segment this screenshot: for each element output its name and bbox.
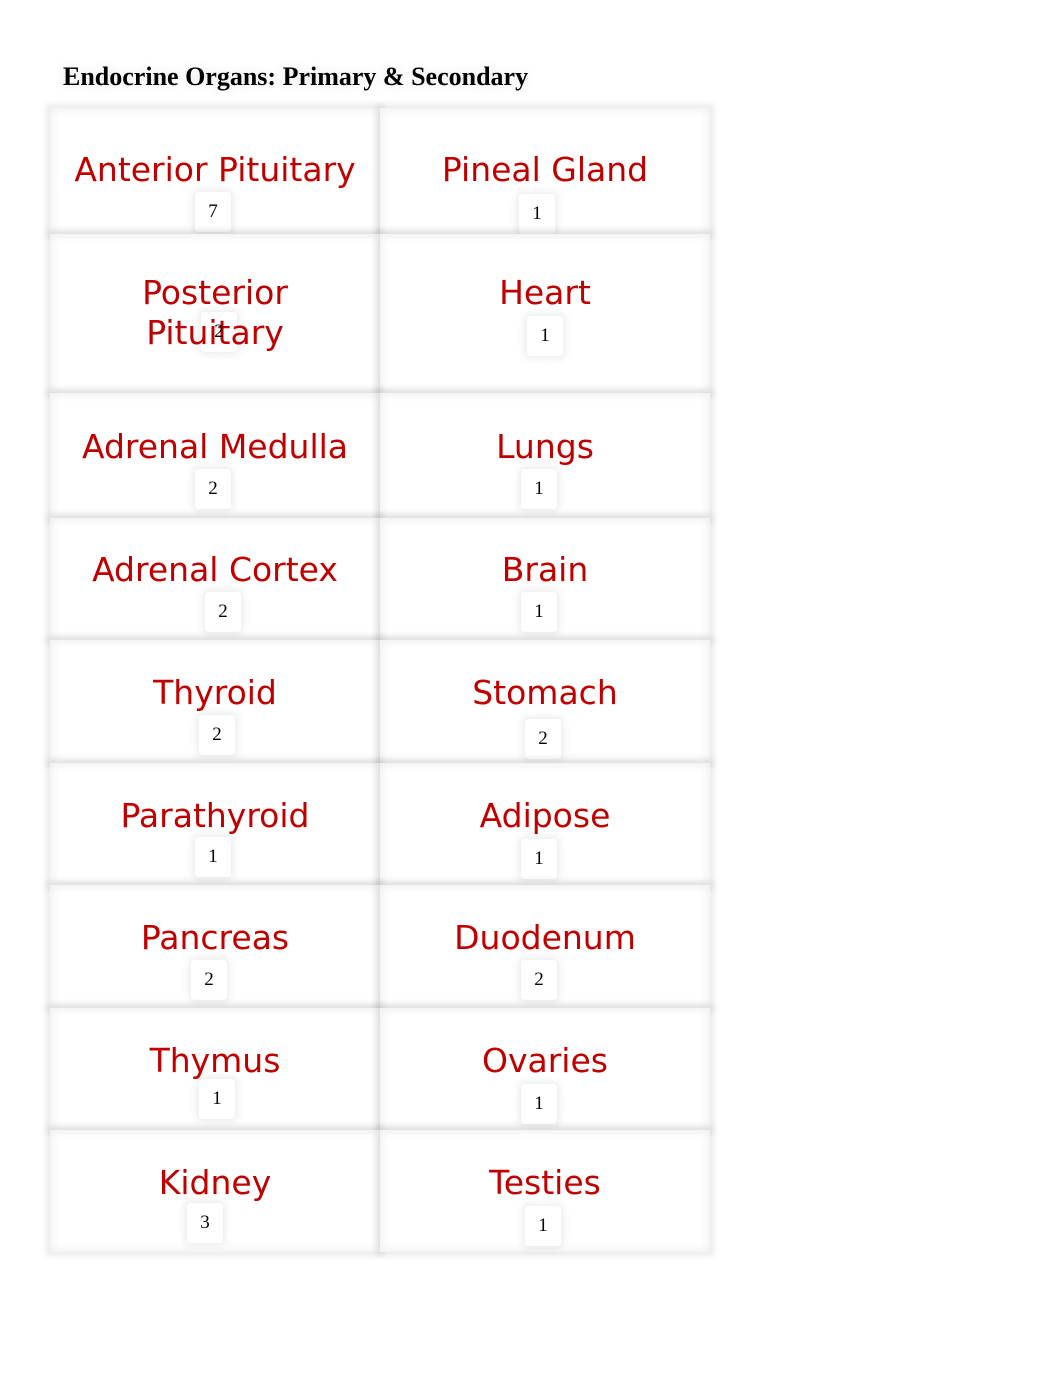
organ-name: Testies bbox=[489, 1163, 601, 1202]
organ-name: Adrenal Medulla bbox=[81, 427, 349, 466]
organ-name: Parathyroid bbox=[120, 796, 310, 835]
count-badge: 1 bbox=[525, 1206, 561, 1246]
organ-cell: Lungs 1 bbox=[380, 393, 710, 518]
table-row: Kidney 3 Testies 1 bbox=[50, 1130, 710, 1252]
table-row: Posterior Pituitary 2 Heart 1 bbox=[50, 234, 710, 393]
count-badge: 2 bbox=[199, 715, 235, 755]
table-row: Thyroid 2 Stomach 2 bbox=[50, 640, 710, 763]
organ-name: Anterior Pituitary bbox=[74, 150, 356, 189]
table-row: Thymus 1 Ovaries 1 bbox=[50, 1008, 710, 1130]
page-title: Endocrine Organs: Primary & Secondary bbox=[63, 62, 529, 91]
count-badge: 1 bbox=[521, 592, 557, 632]
table-row: Adrenal Medulla 2 Lungs 1 bbox=[50, 393, 710, 518]
organ-name: Ovaries bbox=[482, 1041, 608, 1080]
organ-name: Kidney bbox=[158, 1163, 272, 1202]
count-badge: 1 bbox=[199, 1079, 235, 1119]
organ-cell: Adrenal Cortex 2 bbox=[50, 518, 380, 640]
organ-name: Lungs bbox=[496, 427, 594, 466]
organ-name: Adipose bbox=[479, 796, 611, 835]
count-badge: 1 bbox=[195, 837, 231, 877]
organ-cell: Thyroid 2 bbox=[50, 640, 380, 763]
table-row: Adrenal Cortex 2 Brain 1 bbox=[50, 518, 710, 640]
organ-table: Anterior Pituitary 7 Pineal Gland 1 Post… bbox=[50, 108, 710, 1252]
organ-name: Brain bbox=[501, 550, 589, 589]
table-row: Pancreas 2 Duodenum 2 bbox=[50, 885, 710, 1008]
count-badge: 2 bbox=[191, 960, 227, 1000]
organ-cell: Adipose 1 bbox=[380, 763, 710, 885]
count-badge: 1 bbox=[521, 1084, 557, 1124]
organ-name: Pancreas bbox=[140, 918, 290, 957]
count-badge: 2 bbox=[201, 312, 237, 352]
organ-name: Duodenum bbox=[454, 918, 636, 957]
organ-name: Thyroid bbox=[153, 673, 277, 712]
organ-name: Thymus bbox=[149, 1041, 281, 1080]
organ-name: Heart bbox=[499, 273, 591, 312]
organ-name: Adrenal Cortex bbox=[92, 550, 338, 589]
organ-cell: Anterior Pituitary 7 bbox=[50, 108, 380, 234]
count-badge: 2 bbox=[205, 592, 241, 632]
count-badge: 1 bbox=[527, 316, 563, 356]
organ-cell: Pancreas 2 bbox=[50, 885, 380, 1008]
organ-name: Stomach bbox=[472, 673, 618, 712]
organ-cell: Parathyroid 1 bbox=[50, 763, 380, 885]
organ-cell: Pineal Gland 1 bbox=[380, 108, 710, 234]
organ-cell: Brain 1 bbox=[380, 518, 710, 640]
count-badge: 2 bbox=[195, 469, 231, 509]
count-badge: 1 bbox=[519, 194, 555, 234]
organ-cell: Posterior Pituitary 2 bbox=[50, 234, 380, 393]
organ-cell: Adrenal Medulla 2 bbox=[50, 393, 380, 518]
organ-cell: Stomach 2 bbox=[380, 640, 710, 763]
organ-cell: Ovaries 1 bbox=[380, 1008, 710, 1130]
table-row: Anterior Pituitary 7 Pineal Gland 1 bbox=[50, 108, 710, 234]
count-badge: 2 bbox=[525, 719, 561, 759]
count-badge: 7 bbox=[195, 192, 231, 232]
organ-cell: Testies 1 bbox=[380, 1130, 710, 1252]
organ-cell: Heart 1 bbox=[380, 234, 710, 393]
organ-cell: Duodenum 2 bbox=[380, 885, 710, 1008]
count-badge: 2 bbox=[521, 960, 557, 1000]
organ-cell: Kidney 3 bbox=[50, 1130, 380, 1252]
count-badge: 3 bbox=[187, 1203, 223, 1243]
count-badge: 1 bbox=[521, 469, 557, 509]
table-row: Parathyroid 1 Adipose 1 bbox=[50, 763, 710, 885]
count-badge: 1 bbox=[521, 839, 557, 879]
organ-name: Pineal Gland bbox=[441, 150, 649, 189]
organ-cell: Thymus 1 bbox=[50, 1008, 380, 1130]
